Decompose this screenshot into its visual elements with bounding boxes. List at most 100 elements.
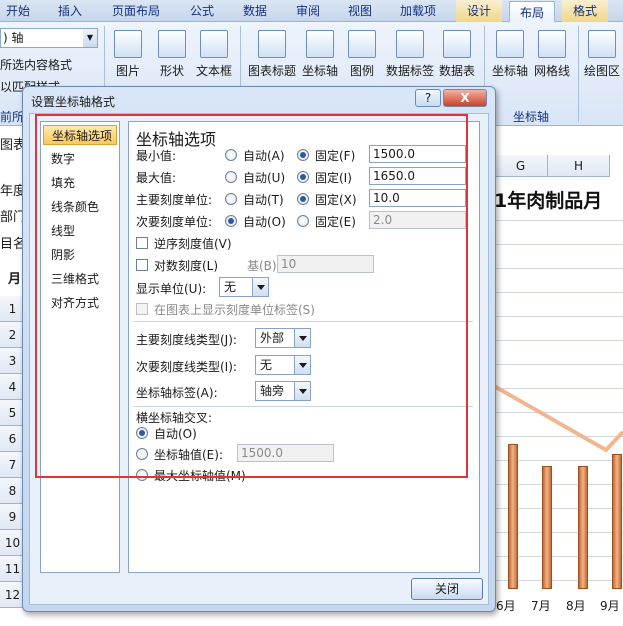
axis-labels-value: 轴旁 <box>260 384 285 398</box>
axis-title-icon <box>306 30 334 58</box>
plot-area-button[interactable]: 绘图区 <box>582 30 622 79</box>
chart-bar[interactable] <box>508 444 518 589</box>
min-value-input[interactable]: 1500.0 <box>369 145 466 163</box>
minor-tick-type-value: 无 <box>260 358 273 372</box>
chevron-down-icon <box>294 329 310 347</box>
chart-title-icon <box>258 30 286 58</box>
nav-alignment[interactable]: 对齐方式 <box>43 293 117 313</box>
format-axis-dialog: 设置坐标轴格式 ? X 坐标轴选项 数字 填充 线条颜色 线型 阴影 三维格式 … <box>22 86 496 612</box>
chart-title-button-label: 图表标题 <box>247 64 296 78</box>
crosses-value-radio[interactable] <box>136 448 148 460</box>
tab-format[interactable]: 格式 <box>562 0 608 22</box>
textbox-button-label: 文本框 <box>195 64 232 78</box>
data-labels-icon <box>396 30 424 58</box>
axis-titles-button[interactable]: 坐标轴 <box>300 30 340 79</box>
gridlines-button-label: 网格线 <box>533 64 570 78</box>
display-units-label: 显示单位(U): <box>136 282 207 296</box>
tab-data[interactable]: 数据 <box>235 0 275 22</box>
column-header-g[interactable]: G <box>494 155 548 177</box>
close-icon: X <box>460 91 470 105</box>
axes-button[interactable]: 坐标轴 <box>490 30 530 79</box>
major-fixed-radio[interactable] <box>297 193 309 205</box>
textbox-icon <box>200 30 228 58</box>
min-auto-label: 自动(A) <box>243 149 285 163</box>
format-selection-link[interactable]: 所选内容格式 <box>0 56 72 73</box>
data-labels-button[interactable]: 数据标签 <box>384 30 436 79</box>
dialog-title: 设置坐标轴格式 <box>31 95 116 109</box>
major-unit-input[interactable]: 10.0 <box>369 189 466 207</box>
min-auto-radio[interactable] <box>225 149 237 161</box>
chevron-down-icon <box>294 382 310 400</box>
max-fixed-radio[interactable] <box>297 171 309 183</box>
nav-3d-format[interactable]: 三维格式 <box>43 269 117 289</box>
nav-fill[interactable]: 填充 <box>43 173 117 193</box>
chart-title-button[interactable]: 图表标题 <box>246 30 298 79</box>
legend-button[interactable]: 图例 <box>344 30 380 79</box>
plot-area-icon <box>588 30 616 58</box>
max-auto-radio[interactable] <box>225 171 237 183</box>
major-fixed-label: 固定(X) <box>315 193 357 207</box>
nav-line-color[interactable]: 线条颜色 <box>43 197 117 217</box>
tab-review[interactable]: 审阅 <box>288 0 328 22</box>
crosses-value-input[interactable]: 1500.0 <box>237 444 334 462</box>
tab-formulas[interactable]: 公式 <box>182 0 222 22</box>
minor-fixed-label: 固定(E) <box>315 215 356 229</box>
gridline <box>495 268 623 269</box>
chart-element-select[interactable]: ) 轴 ▼ <box>0 28 98 48</box>
major-auto-radio[interactable] <box>225 193 237 205</box>
display-units-select[interactable]: 无 <box>219 277 269 297</box>
gridlines-button[interactable]: 网格线 <box>532 30 572 79</box>
chart-bar[interactable] <box>578 466 588 589</box>
minor-unit-label: 次要刻度单位: <box>136 215 213 229</box>
nav-shadow[interactable]: 阴影 <box>43 245 117 265</box>
shapes-button[interactable]: 形状 <box>154 30 190 79</box>
crosses-auto-radio[interactable] <box>136 427 148 439</box>
tab-layout[interactable]: 布局 <box>509 1 555 23</box>
minor-fixed-radio[interactable] <box>297 215 309 227</box>
tab-insert[interactable]: 插入 <box>50 0 90 22</box>
chart-title[interactable]: 1年肉制品月 <box>494 186 602 213</box>
nav-line-style[interactable]: 线型 <box>43 221 117 241</box>
data-table-button[interactable]: 数据表 <box>436 30 478 79</box>
tab-addins[interactable]: 加载项 <box>392 0 444 22</box>
minor-tick-type-label: 次要刻度线类型(I): <box>136 360 237 374</box>
axis-labels-select[interactable]: 轴旁 <box>255 381 311 401</box>
max-value-input[interactable]: 1650.0 <box>369 167 466 185</box>
minor-auto-radio[interactable] <box>225 215 237 227</box>
minor-unit-input[interactable]: 2.0 <box>369 211 466 229</box>
chevron-down-icon: ▼ <box>83 29 97 47</box>
nav-number[interactable]: 数字 <box>43 149 117 169</box>
shapes-button-label: 形状 <box>159 64 184 78</box>
help-button[interactable]: ? <box>415 89 441 107</box>
data-labels-button-label: 数据标签 <box>385 64 434 78</box>
chart-bar[interactable] <box>612 454 622 589</box>
reverse-order-checkbox[interactable] <box>136 237 148 249</box>
display-units-value: 无 <box>224 280 237 294</box>
max-fixed-label: 固定(I) <box>315 171 352 185</box>
tab-view[interactable]: 视图 <box>340 0 380 22</box>
crosses-max-radio[interactable] <box>136 469 148 481</box>
tab-design[interactable]: 设计 <box>456 0 502 22</box>
nav-axis-options[interactable]: 坐标轴选项 <box>43 125 117 145</box>
close-window-button[interactable]: X <box>443 89 487 107</box>
tab-page-layout[interactable]: 页面布局 <box>105 0 167 22</box>
log-scale-checkbox[interactable] <box>136 259 148 271</box>
close-button[interactable]: 关闭 <box>411 578 483 600</box>
tab-home[interactable]: 开始 <box>0 0 36 22</box>
minor-tick-type-select[interactable]: 无 <box>255 355 311 375</box>
major-unit-label: 主要刻度单位: <box>136 193 213 207</box>
axes-icon <box>496 30 524 58</box>
min-label: 最小值: <box>136 149 177 163</box>
show-units-label-checkbox[interactable] <box>136 303 148 315</box>
log-base-input[interactable]: 10 <box>277 255 374 273</box>
dialog-body: 坐标轴选项 数字 填充 线条颜色 线型 阴影 三维格式 对齐方式 坐标轴选项 最… <box>29 113 489 605</box>
major-tick-type-value: 外部 <box>260 331 285 345</box>
major-tick-type-select[interactable]: 外部 <box>255 328 311 348</box>
textbox-button[interactable]: 文本框 <box>194 30 234 79</box>
axis-titles-button-label: 坐标轴 <box>301 64 338 78</box>
show-units-label-text: 在图表上显示刻度单位标签(S) <box>154 303 315 317</box>
chart-bar[interactable] <box>542 466 552 589</box>
column-header-h[interactable]: H <box>548 155 610 177</box>
min-fixed-radio[interactable] <box>297 149 309 161</box>
picture-button[interactable]: 图片 <box>110 30 146 79</box>
